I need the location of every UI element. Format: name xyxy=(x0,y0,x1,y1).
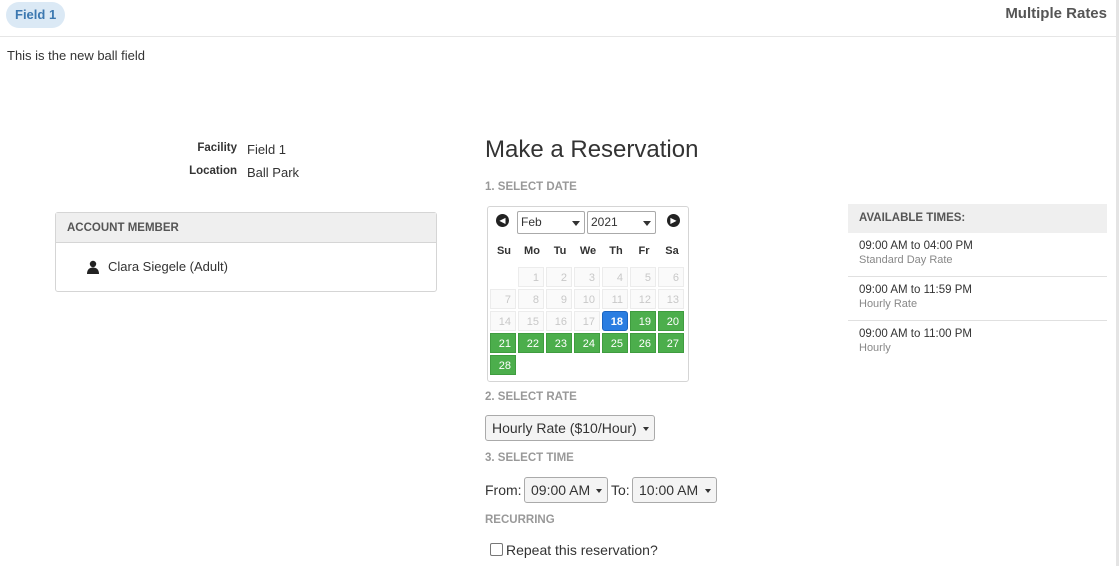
to-label: To: xyxy=(611,482,630,498)
calendar-day-selected[interactable]: 18 xyxy=(602,311,628,331)
repeat-checkbox[interactable] xyxy=(490,543,503,556)
calendar-day[interactable]: 24 xyxy=(574,333,600,353)
weekday-header: We xyxy=(579,245,597,257)
page-title: Make a Reservation xyxy=(485,136,699,163)
year-select-value: 2021 xyxy=(591,215,618,229)
available-time-range: 09:00 AM to 04:00 PM xyxy=(859,240,973,252)
from-time-select[interactable]: 09:00 AM xyxy=(524,477,608,503)
account-member-name: Clara Siegele (Adult) xyxy=(108,259,228,274)
chevron-right-icon: ▶ xyxy=(670,216,677,225)
chevron-down-icon xyxy=(705,489,711,493)
recurring-label: RECURRING xyxy=(485,514,555,526)
calendar-day[interactable]: 26 xyxy=(630,333,656,353)
calendar-day[interactable]: 28 xyxy=(490,355,516,375)
field-description: This is the new ball field xyxy=(7,48,146,63)
calendar-day[interactable]: 19 xyxy=(630,311,656,331)
calendar-day: 13 xyxy=(658,289,684,309)
calendar-day: 10 xyxy=(574,289,600,309)
calendar-day[interactable]: 25 xyxy=(602,333,628,353)
field-tab[interactable]: Field 1 xyxy=(6,2,66,28)
available-time-rate: Hourly Rate xyxy=(859,298,918,310)
calendar-day: 4 xyxy=(602,267,628,287)
calendar-day[interactable]: 27 xyxy=(658,333,684,353)
select-time-label: 3. SELECT TIME xyxy=(485,452,574,464)
year-select[interactable]: 2021 xyxy=(587,211,656,234)
to-time-select[interactable]: 10:00 AM xyxy=(632,477,717,503)
calendar-day: 8 xyxy=(518,289,544,309)
calendar-day: 7 xyxy=(490,289,516,309)
available-times-heading: AVAILABLE TIMES: xyxy=(848,204,1107,233)
chevron-down-icon xyxy=(643,221,651,226)
available-time-item[interactable]: 09:00 AM to 11:59 PM Hourly Rate xyxy=(848,277,1107,321)
account-member-heading: ACCOUNT MEMBER xyxy=(56,213,436,243)
calendar-day[interactable]: 23 xyxy=(546,333,572,353)
from-time-value: 09:00 AM xyxy=(531,482,591,498)
select-rate-label: 2. SELECT RATE xyxy=(485,391,577,403)
available-time-item[interactable]: 09:00 AM to 04:00 PM Standard Day Rate xyxy=(848,233,1107,277)
available-time-range: 09:00 AM to 11:00 PM xyxy=(859,328,972,340)
month-select[interactable]: Feb xyxy=(517,211,585,234)
available-times-panel: AVAILABLE TIMES: 09:00 AM to 04:00 PM St… xyxy=(848,204,1107,365)
rate-select-value: Hourly Rate ($10/Hour) xyxy=(492,420,637,436)
calendar-day: 14 xyxy=(490,311,516,331)
calendar-day: 9 xyxy=(546,289,572,309)
account-member-row[interactable]: Clara Siegele (Adult) xyxy=(86,259,228,274)
select-date-label: 1. SELECT DATE xyxy=(485,181,577,193)
facility-label: Facility xyxy=(197,142,237,154)
to-time-value: 10:00 AM xyxy=(639,482,699,498)
account-member-panel: ACCOUNT MEMBER Clara Siegele (Adult) xyxy=(55,212,437,292)
rates-title: Multiple Rates xyxy=(1005,5,1107,22)
month-select-value: Feb xyxy=(521,215,542,229)
person-icon xyxy=(87,260,99,274)
weekday-header: Th xyxy=(609,245,623,257)
rate-select[interactable]: Hourly Rate ($10/Hour) xyxy=(485,415,655,441)
calendar-day: 5 xyxy=(630,267,656,287)
from-label: From: xyxy=(485,482,522,498)
calendar-day[interactable]: 21 xyxy=(490,333,516,353)
chevron-left-icon: ◀ xyxy=(499,216,506,225)
available-time-rate: Standard Day Rate xyxy=(859,254,953,266)
calendar-day: 15 xyxy=(518,311,544,331)
weekday-header: Sa xyxy=(665,245,679,257)
available-time-range: 09:00 AM to 11:59 PM xyxy=(859,284,972,296)
calendar-day: 3 xyxy=(574,267,600,287)
weekday-header: Tu xyxy=(553,245,567,257)
weekday-header: Su xyxy=(496,245,512,257)
available-time-rate: Hourly xyxy=(859,342,891,354)
calendar-day: 1 xyxy=(518,267,544,287)
calendar-day: 17 xyxy=(574,311,600,331)
calendar-day: 6 xyxy=(658,267,684,287)
weekday-header: Mo xyxy=(524,245,540,257)
calendar-day: 11 xyxy=(602,289,628,309)
calendar-day: 16 xyxy=(546,311,572,331)
chevron-down-icon xyxy=(572,221,580,226)
weekday-header: Fr xyxy=(638,245,650,257)
calendar-day: 12 xyxy=(630,289,656,309)
next-month-button[interactable]: ▶ xyxy=(667,214,680,227)
location-label: Location xyxy=(189,165,237,177)
calendar-day[interactable]: 20 xyxy=(658,311,684,331)
calendar-day: 2 xyxy=(546,267,572,287)
date-picker: ◀ Feb 2021 ▶ Su Mo Tu We Th Fr Sa 1 2 3 4 5 6 7 8 9 10 11… xyxy=(487,206,689,382)
repeat-label[interactable]: Repeat this reservation? xyxy=(506,542,658,558)
calendar-day[interactable]: 22 xyxy=(518,333,544,353)
available-time-item[interactable]: 09:00 AM to 11:00 PM Hourly xyxy=(848,321,1107,365)
location-value: Ball Park xyxy=(247,165,300,180)
chevron-down-icon xyxy=(643,427,649,431)
top-bar: Field 1 Multiple Rates xyxy=(0,0,1119,37)
chevron-down-icon xyxy=(596,489,602,493)
prev-month-button[interactable]: ◀ xyxy=(496,214,509,227)
facility-value: Field 1 xyxy=(247,142,287,157)
